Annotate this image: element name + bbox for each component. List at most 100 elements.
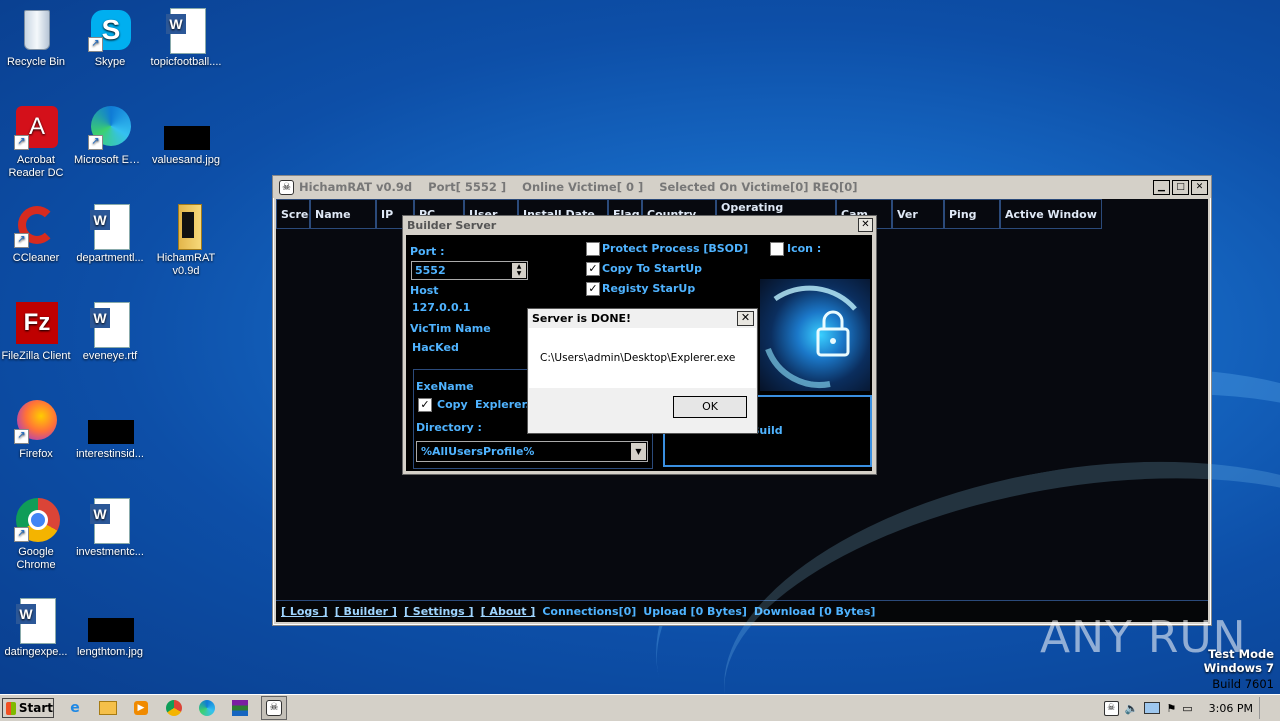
builder-title: Builder Server xyxy=(407,218,497,232)
copy-checkbox[interactable]: ✓ xyxy=(418,398,432,412)
main-window-title: HichamRAT v0.9d Port[ 5552 ] Online Vict… xyxy=(299,180,858,194)
anyrun-watermark: ANY RUN xyxy=(1040,612,1247,663)
messagebox-text: C:\Users\admin\Desktop\Explerer.exe xyxy=(540,352,736,364)
settings-link[interactable]: [ Settings ] xyxy=(404,605,474,618)
column-header[interactable]: Scree xyxy=(276,199,310,229)
image-thumb-icon xyxy=(164,106,210,150)
victim-name-label: VicTim Name xyxy=(410,322,491,335)
image-thumb-icon xyxy=(88,400,134,444)
system-tray: ☠ 🔈 ⚑ ▭ 3:06 PM xyxy=(1103,696,1280,720)
windows-version-label: Windows 7 xyxy=(1203,661,1274,675)
messagebox-close-button[interactable]: ✕ xyxy=(737,311,754,326)
desktop-icon-datingexpe[interactable]: W datingexpe... xyxy=(0,598,72,659)
column-header[interactable]: Active Window xyxy=(1000,199,1102,229)
desktop-icon-eveneye[interactable]: W eveneye.rtf xyxy=(74,302,146,363)
desktop-icon-acrobat[interactable]: A ↗ Acrobat Reader DC xyxy=(0,106,72,180)
desktop-icon-hichamrat[interactable]: HichamRAT v0.9d xyxy=(150,204,222,278)
about-link[interactable]: [ About ] xyxy=(481,605,536,618)
port-input[interactable]: 5552 ▲ ▼ xyxy=(411,261,528,280)
explorer-icon[interactable] xyxy=(96,697,120,719)
desktop-icon-skype[interactable]: S ↗ Skype xyxy=(74,8,146,69)
protect-process-checkbox[interactable] xyxy=(586,242,600,256)
recycle-bin-icon xyxy=(14,8,58,52)
host-label: Host xyxy=(410,284,439,297)
desktop-icon-recycle-bin[interactable]: Recycle Bin xyxy=(0,8,72,69)
edge-icon[interactable] xyxy=(195,697,219,719)
icon-checkbox[interactable] xyxy=(770,242,784,256)
filezilla-icon: Fz xyxy=(14,302,58,346)
chevron-down-icon[interactable]: ▼ xyxy=(631,443,646,460)
minimize-button[interactable]: ▁ xyxy=(1153,180,1170,195)
port-spinner[interactable]: ▲ ▼ xyxy=(512,263,526,278)
folder-icon xyxy=(164,204,208,250)
clock[interactable]: 3:06 PM xyxy=(1209,702,1253,715)
builder-link[interactable]: [ Builder ] xyxy=(335,605,397,618)
windows-logo-icon xyxy=(6,701,16,715)
ie-icon[interactable]: e xyxy=(63,697,87,719)
builder-titlebar[interactable]: Builder Server xyxy=(403,216,876,234)
messagebox-titlebar[interactable]: Server is DONE! xyxy=(528,309,757,327)
main-window-titlebar[interactable]: ☠ HichamRAT v0.9d Port[ 5552 ] Online Vi… xyxy=(273,176,1211,198)
lock-image[interactable] xyxy=(760,279,870,391)
test-mode-label: Test Mode xyxy=(1208,647,1274,661)
desktop-icon-edge[interactable]: ↗ Microsoft Edge xyxy=(74,106,146,167)
messagebox-content: C:\Users\admin\Desktop\Explerer.exe xyxy=(529,328,756,388)
desktop-icon-chrome[interactable]: ↗ Google Chrome xyxy=(0,498,72,572)
network-icon[interactable] xyxy=(1144,702,1161,714)
connections-count: Connections[0] xyxy=(542,605,637,618)
copy-startup-label: Copy To StartUp xyxy=(602,262,703,275)
column-header[interactable]: Ping xyxy=(944,199,1000,229)
chrome-icon[interactable] xyxy=(162,697,186,719)
copy-startup-checkbox[interactable]: ✓ xyxy=(586,262,600,276)
desktop-icon-interestinsid[interactable]: interestinsid... xyxy=(74,400,146,461)
close-button[interactable]: ✕ xyxy=(1191,180,1208,195)
desktop-icon-lengthtom[interactable]: lengthtom.jpg xyxy=(74,598,146,659)
builder-close-button[interactable]: ✕ xyxy=(858,218,873,232)
desktop-icon-topicfootball[interactable]: W topicfootball.... xyxy=(150,8,222,69)
server-done-messagebox[interactable]: Server is DONE! ✕ C:\Users\admin\Desktop… xyxy=(527,308,758,434)
logs-link[interactable]: [ Logs ] xyxy=(281,605,328,618)
desktop-icon-firefox[interactable]: ↗ Firefox xyxy=(0,400,72,461)
hichamrat-taskbar-icon[interactable]: ☠ xyxy=(261,696,287,720)
word-doc-icon: W xyxy=(164,8,208,54)
directory-select[interactable]: %AllUsersProfile% ▼ xyxy=(416,441,648,462)
desktop-icon-departmentl[interactable]: W departmentl... xyxy=(74,204,146,265)
word-doc-icon: W xyxy=(88,204,132,250)
word-doc-icon: W xyxy=(88,302,132,348)
maximize-button[interactable]: □ xyxy=(1172,180,1189,195)
upload-bytes: Upload [0 Bytes] xyxy=(643,605,747,618)
taskbar: Start e ▶ ☠ ☠ 🔈 ⚑ ▭ 3:06 PM xyxy=(0,694,1280,721)
edge-icon: ↗ xyxy=(88,106,132,150)
protect-process-label: Protect Process [BSOD] xyxy=(602,242,749,255)
status-bar: [ Logs ] [ Builder ] [ Settings ] [ Abou… xyxy=(276,600,1208,622)
word-doc-icon: W xyxy=(14,598,58,644)
build-number-label: Build 7601 xyxy=(1212,677,1274,691)
winrar-icon[interactable] xyxy=(228,697,252,719)
desktop-icon-investmentc[interactable]: W investmentc... xyxy=(74,498,146,559)
ok-button[interactable]: OK xyxy=(673,396,747,418)
desktop-icon-ccleaner[interactable]: ↗ CCleaner xyxy=(0,204,72,265)
hichamrat-tray-icon[interactable]: ☠ xyxy=(1103,700,1119,716)
start-button[interactable]: Start xyxy=(2,698,54,718)
word-doc-icon: W xyxy=(88,498,132,544)
registry-startup-checkbox[interactable]: ✓ xyxy=(586,282,600,296)
column-header[interactable]: Name xyxy=(310,199,376,229)
speaker-icon[interactable]: 🔈 xyxy=(1125,702,1139,715)
desktop-icon-filezilla[interactable]: Fz FileZilla Client xyxy=(0,302,72,363)
window-controls: ▁ □ ✕ xyxy=(1153,180,1208,195)
flag-icon[interactable]: ⚑ xyxy=(1166,702,1176,715)
messagebox-title: Server is DONE! xyxy=(532,311,632,325)
show-desktop-button[interactable] xyxy=(1259,697,1272,719)
port-label: Port : xyxy=(410,245,445,258)
desktop: Recycle Bin S ↗ Skype W topicfootball...… xyxy=(0,0,1280,694)
host-input[interactable]: 127.0.0.1 xyxy=(412,301,470,314)
victim-name-input[interactable]: HacKed xyxy=(412,341,459,354)
column-header[interactable]: Ver xyxy=(892,199,944,229)
exename-label: ExeName xyxy=(416,380,474,393)
registry-startup-label: Registy StarUp xyxy=(602,282,696,295)
desktop-icon-valuesand[interactable]: valuesand.jpg xyxy=(150,106,222,167)
media-player-icon[interactable]: ▶ xyxy=(129,697,153,719)
image-thumb-icon xyxy=(88,598,134,642)
skull-icon: ☠ xyxy=(279,179,294,195)
action-center-icon[interactable]: ▭ xyxy=(1182,702,1192,715)
